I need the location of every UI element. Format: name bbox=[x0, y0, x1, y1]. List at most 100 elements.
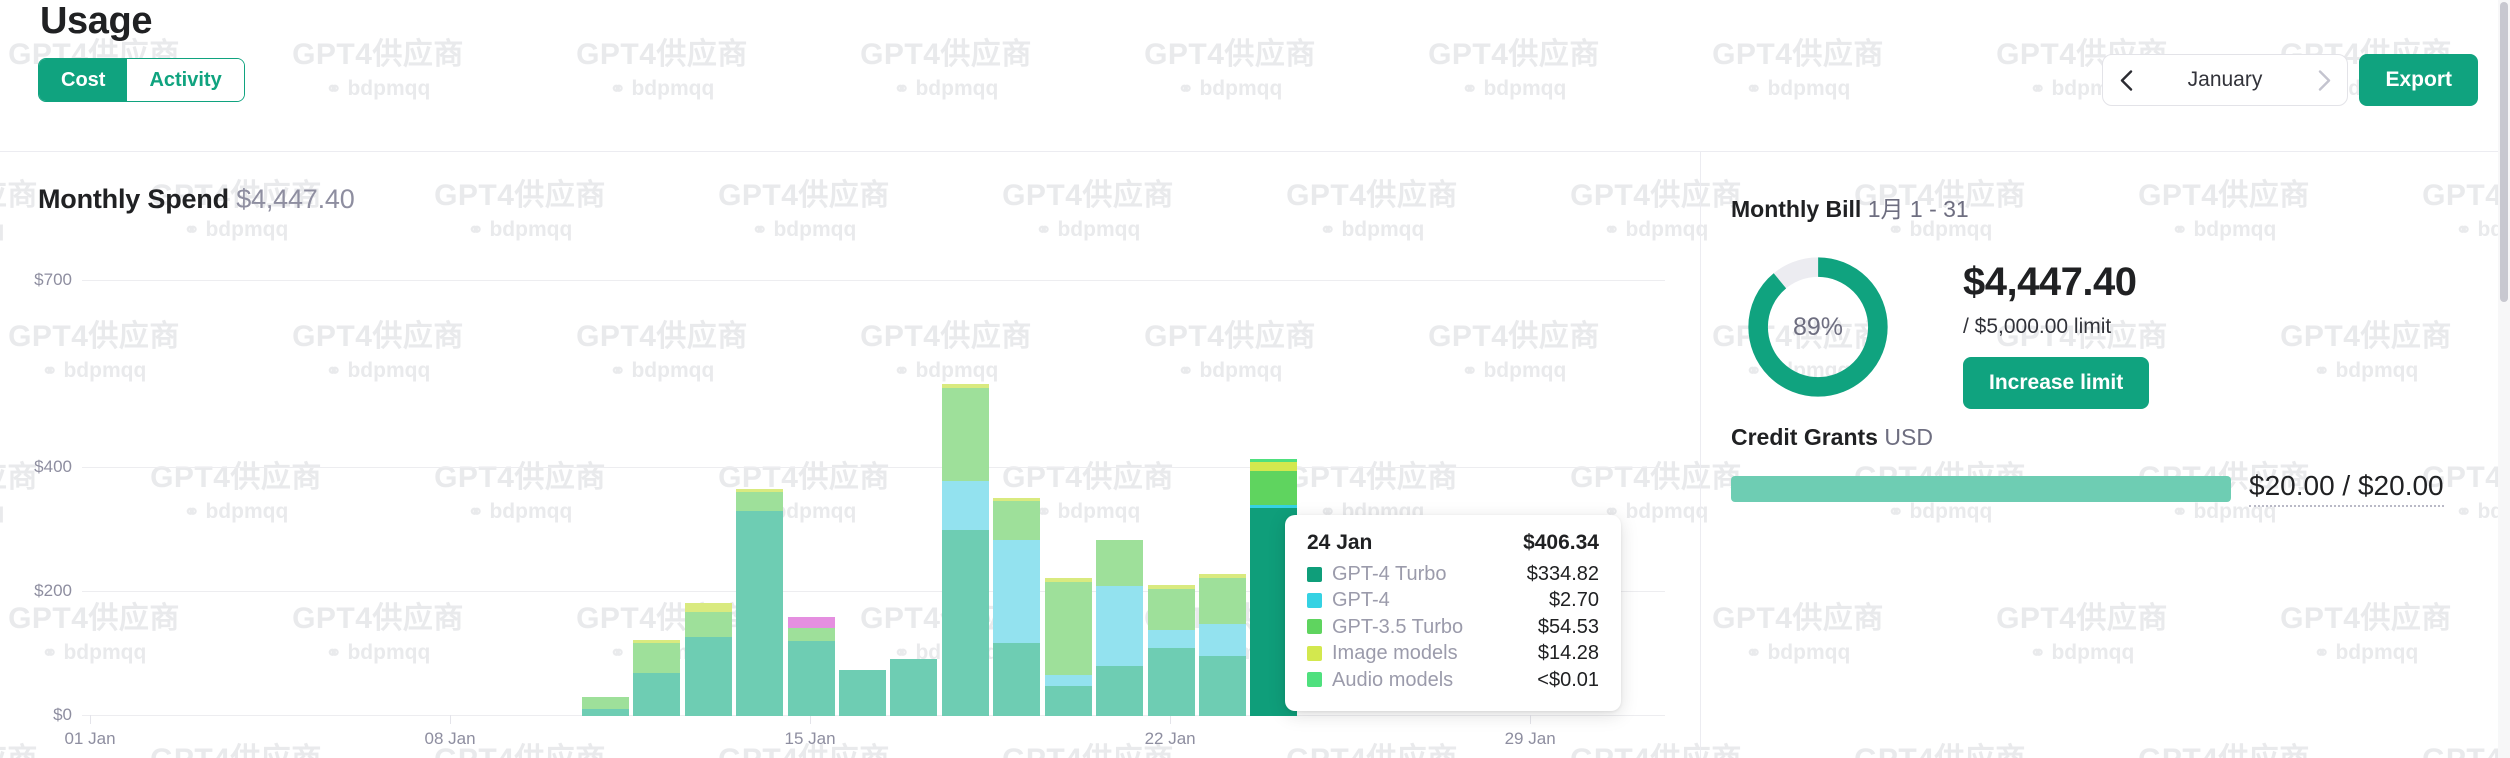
chart-bar[interactable] bbox=[787, 616, 835, 716]
chart-bar[interactable] bbox=[633, 639, 681, 716]
tooltip-row: Image models $14.28 bbox=[1307, 640, 1599, 666]
tooltip-series-label: Image models bbox=[1332, 642, 1458, 665]
monthly-bill-header: Monthly Bill 1月 1 - 31 bbox=[1731, 190, 1969, 224]
chart-bar-segment bbox=[1199, 624, 1247, 657]
chart-x-axis-label: 15 Jan bbox=[784, 729, 836, 748]
chart-bar-segment bbox=[890, 658, 938, 716]
chart-bar[interactable] bbox=[1096, 539, 1144, 716]
chart-bar-segment bbox=[581, 697, 629, 709]
chart-y-axis-label: $200 bbox=[34, 580, 72, 600]
chart-bar[interactable] bbox=[839, 670, 886, 716]
credit-grants-progress-fill bbox=[1731, 476, 2231, 502]
tooltip-color-swatch bbox=[1307, 566, 1322, 582]
chart-bar[interactable] bbox=[1044, 578, 1092, 716]
chart-bar-segment bbox=[684, 636, 732, 716]
month-selector[interactable]: January bbox=[2102, 54, 2348, 106]
chart-bar-segment bbox=[1044, 686, 1092, 716]
chart-bar-segment bbox=[1096, 585, 1144, 667]
chart-bar-segment bbox=[993, 539, 1041, 643]
bill-amount: $4,447.40 bbox=[1963, 260, 2137, 304]
chart-bar-segment bbox=[1096, 666, 1144, 716]
page-scrollbar-thumb[interactable] bbox=[2500, 2, 2508, 302]
chart-pane: Monthly Spend $4,447.40 $0 $200 $400 $700 01… bbox=[0, 152, 1700, 758]
chevron-left-icon bbox=[2120, 69, 2132, 91]
chart-x-axis-label: 22 Jan bbox=[1144, 729, 1196, 748]
chart-bar-segment bbox=[787, 627, 835, 642]
chart-bar-segment bbox=[839, 670, 886, 716]
tooltip-date: 24 Jan bbox=[1307, 531, 1373, 554]
chart-bar[interactable] bbox=[993, 498, 1041, 716]
chart-bar[interactable] bbox=[890, 658, 938, 716]
chart-bar[interactable] bbox=[581, 697, 629, 716]
chart-bar-segment bbox=[941, 481, 989, 530]
chart-bar-segment bbox=[684, 611, 732, 637]
export-button[interactable]: Export bbox=[2359, 54, 2478, 106]
chart-bar-segment bbox=[581, 708, 629, 716]
tab-activity[interactable]: Activity bbox=[127, 59, 244, 101]
chart-bar-segment bbox=[787, 616, 835, 628]
tooltip-rows: GPT-4 Turbo $334.82 GPT-4 $2.70 GPT-3.5 Turb… bbox=[1307, 561, 1599, 693]
chart-tooltip: 24 Jan $406.34 GPT-4 Turbo $334.82 GPT-4 $2… bbox=[1285, 515, 1621, 711]
chart-bar[interactable] bbox=[1199, 574, 1247, 716]
tooltip-total: $406.34 bbox=[1523, 531, 1599, 554]
chart-bar-segment bbox=[1147, 630, 1195, 648]
chart-bar[interactable] bbox=[684, 603, 732, 716]
chart-bar-segment bbox=[736, 492, 784, 512]
chart-bar[interactable] bbox=[736, 488, 784, 716]
increase-limit-button[interactable]: Increase limit bbox=[1963, 357, 2150, 409]
tooltip-series-value: $54.53 bbox=[1537, 615, 1599, 638]
prev-month-button[interactable] bbox=[2103, 55, 2149, 105]
chart-y-axis-label: $400 bbox=[34, 456, 72, 476]
monthly-spend-header: Monthly Spend $4,447.40 bbox=[38, 184, 355, 215]
tooltip-row: GPT-3.5 Turbo $54.53 bbox=[1307, 614, 1599, 640]
credit-grants-progress bbox=[1731, 476, 2231, 502]
usage-body: Monthly Spend $4,447.40 $0 $200 $400 $700 01… bbox=[0, 152, 2510, 758]
tooltip-series-value: $334.82 bbox=[1526, 563, 1599, 585]
credit-grants-label: Credit Grants bbox=[1731, 424, 1878, 450]
tooltip-row: Audio models <$0.01 bbox=[1307, 667, 1599, 693]
cost-activity-toggle[interactable]: Cost Activity bbox=[38, 58, 245, 102]
next-month-button[interactable] bbox=[2301, 55, 2347, 105]
tooltip-series-label: GPT-4 bbox=[1332, 589, 1390, 612]
month-label: January bbox=[2187, 68, 2263, 91]
chart-bar-segment bbox=[1250, 471, 1298, 506]
billing-pane: Monthly Bill 1月 1 - 31 89% $4,447.40 / $… bbox=[1700, 152, 2510, 758]
chart-gridline: $400 bbox=[34, 457, 1665, 476]
chart-y-axis-label: $700 bbox=[34, 270, 72, 290]
chart-bar-segment bbox=[941, 388, 989, 482]
chart-bar-segment bbox=[1044, 675, 1092, 687]
tooltip-series-label: Audio models bbox=[1332, 668, 1454, 691]
chart-bar-segment bbox=[1147, 589, 1195, 631]
donut-percent-label: 89% bbox=[1792, 312, 1844, 341]
credit-grants-amount: $20.00 / $20.00 bbox=[2249, 470, 2444, 507]
chevron-right-icon bbox=[2318, 69, 2330, 91]
tooltip-series-label: GPT-3.5 Turbo bbox=[1332, 615, 1464, 638]
tooltip-header: 24 Jan $406.34 bbox=[1307, 531, 1599, 555]
usage-page: Usage Cost Activity January Export Month… bbox=[0, 0, 2510, 758]
chart-x-axis-tick bbox=[1170, 715, 1172, 724]
chart-x-axis-label: 29 Jan bbox=[1504, 729, 1556, 748]
monthly-spend-label: Monthly Spend bbox=[38, 184, 229, 214]
tab-cost[interactable]: Cost bbox=[39, 59, 128, 101]
chart-y-axis-label: $0 bbox=[53, 705, 72, 724]
chart-x-axis-tick bbox=[1530, 715, 1532, 724]
tooltip-row: GPT-4 Turbo $334.82 bbox=[1307, 561, 1599, 587]
credit-grants-currency: USD bbox=[1884, 424, 1933, 450]
chart-bar-segment bbox=[736, 511, 784, 716]
chart-bar[interactable] bbox=[1147, 584, 1195, 716]
monthly-bill-label: Monthly Bill bbox=[1731, 196, 1862, 222]
chart-bar-segment bbox=[1147, 647, 1195, 716]
tooltip-series-value: <$0.01 bbox=[1537, 668, 1599, 691]
chart-bar[interactable] bbox=[941, 384, 989, 716]
chart-bar-segment bbox=[941, 529, 989, 716]
page-title: Usage bbox=[40, 0, 153, 42]
chart-x-axis-tick bbox=[810, 715, 812, 724]
page-scrollbar[interactable] bbox=[2498, 0, 2510, 758]
chart-bar-segment bbox=[633, 642, 681, 673]
chart-bar-segment bbox=[1096, 539, 1144, 586]
credit-grants-header: Credit Grants USD bbox=[1731, 424, 1933, 451]
tooltip-series-value: $14.28 bbox=[1537, 642, 1599, 665]
chart-bar-segment bbox=[993, 642, 1041, 716]
chart-gridline: $700 bbox=[34, 270, 1665, 289]
chart-bar-segment bbox=[1199, 656, 1247, 716]
